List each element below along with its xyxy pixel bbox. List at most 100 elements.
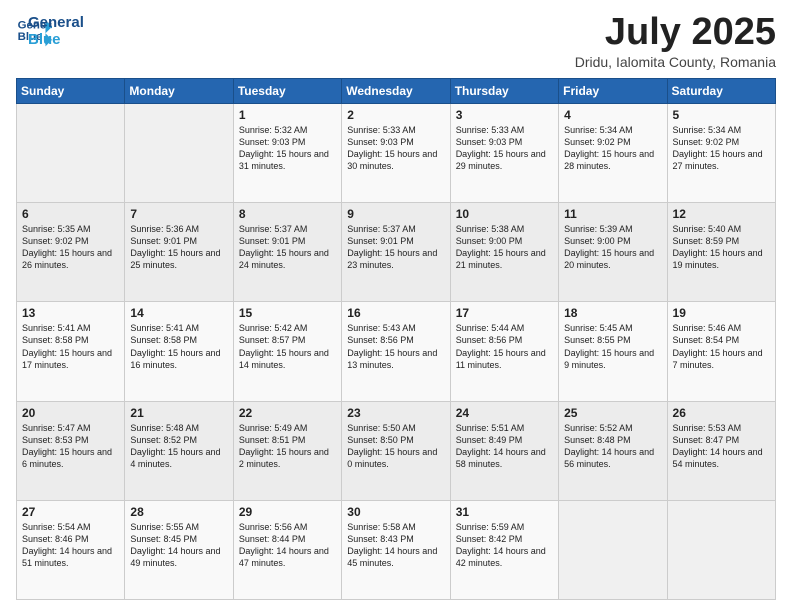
cell-info: Sunrise: 5:59 AM Sunset: 8:42 PM Dayligh… [456,521,553,570]
cell-info: Sunrise: 5:46 AM Sunset: 8:54 PM Dayligh… [673,322,770,371]
cell-info: Sunrise: 5:34 AM Sunset: 9:02 PM Dayligh… [673,124,770,173]
cell-info: Sunrise: 5:56 AM Sunset: 8:44 PM Dayligh… [239,521,336,570]
week-row-2: 6 Sunrise: 5:35 AM Sunset: 9:02 PM Daylig… [17,203,776,302]
cell-info: Sunrise: 5:37 AM Sunset: 9:01 PM Dayligh… [239,223,336,272]
day-number: 27 [22,505,119,519]
day-header-wednesday: Wednesday [342,78,450,103]
calendar-cell [17,103,125,202]
cell-info: Sunrise: 5:42 AM Sunset: 8:57 PM Dayligh… [239,322,336,371]
day-number: 25 [564,406,661,420]
calendar-cell: 31 Sunrise: 5:59 AM Sunset: 8:42 PM Dayli… [450,500,558,599]
calendar-cell: 20 Sunrise: 5:47 AM Sunset: 8:53 PM Dayli… [17,401,125,500]
calendar-cell: 3 Sunrise: 5:33 AM Sunset: 9:03 PM Daylig… [450,103,558,202]
day-number: 19 [673,306,770,320]
calendar-cell: 17 Sunrise: 5:44 AM Sunset: 8:56 PM Dayli… [450,302,558,401]
logo-line2: Blue [28,31,84,48]
calendar-cell: 9 Sunrise: 5:37 AM Sunset: 9:01 PM Daylig… [342,203,450,302]
cell-info: Sunrise: 5:55 AM Sunset: 8:45 PM Dayligh… [130,521,227,570]
day-number: 21 [130,406,227,420]
cell-info: Sunrise: 5:35 AM Sunset: 9:02 PM Dayligh… [22,223,119,272]
cell-info: Sunrise: 5:45 AM Sunset: 8:55 PM Dayligh… [564,322,661,371]
week-row-5: 27 Sunrise: 5:54 AM Sunset: 8:46 PM Dayli… [17,500,776,599]
calendar-cell: 2 Sunrise: 5:33 AM Sunset: 9:03 PM Daylig… [342,103,450,202]
cell-info: Sunrise: 5:58 AM Sunset: 8:43 PM Dayligh… [347,521,444,570]
cell-info: Sunrise: 5:49 AM Sunset: 8:51 PM Dayligh… [239,422,336,471]
week-row-3: 13Sunrise: 5:41 AM Sunset: 8:58 PM Dayli… [17,302,776,401]
day-number: 6 [22,207,119,221]
calendar-cell: 18 Sunrise: 5:45 AM Sunset: 8:55 PM Dayli… [559,302,667,401]
cell-info: Sunrise: 5:37 AM Sunset: 9:01 PM Dayligh… [347,223,444,272]
day-header-monday: Monday [125,78,233,103]
cell-info: Sunrise: 5:48 AM Sunset: 8:52 PM Dayligh… [130,422,227,471]
subtitle: Dridu, Ialomita County, Romania [575,54,776,70]
cell-info: Sunrise: 5:54 AM Sunset: 8:46 PM Dayligh… [22,521,119,570]
cell-info: Sunrise: 5:41 AM Sunset: 8:58 PM Dayligh… [22,322,119,371]
cell-info: Sunrise: 5:50 AM Sunset: 8:50 PM Dayligh… [347,422,444,471]
cell-info: Sunrise: 5:38 AM Sunset: 9:00 PM Dayligh… [456,223,553,272]
calendar-cell: 14 Sunrise: 5:41 AM Sunset: 8:58 PM Dayli… [125,302,233,401]
day-number: 31 [456,505,553,519]
week-row-4: 20 Sunrise: 5:47 AM Sunset: 8:53 PM Dayli… [17,401,776,500]
page: General Blue General Blue July 2025 Drid… [0,0,792,612]
day-number: 17 [456,306,553,320]
day-header-sunday: Sunday [17,78,125,103]
calendar-cell: 21 Sunrise: 5:48 AM Sunset: 8:52 PM Dayli… [125,401,233,500]
calendar-cell: 22Sunrise: 5:49 AM Sunset: 8:51 PM Dayli… [233,401,341,500]
calendar-cell: 10 Sunrise: 5:38 AM Sunset: 9:00 PM Dayli… [450,203,558,302]
day-number: 23 [347,406,444,420]
day-number: 26 [673,406,770,420]
calendar-cell: 1 Sunrise: 5:32 AM Sunset: 9:03 PM Daylig… [233,103,341,202]
calendar-cell [667,500,775,599]
calendar-cell: 30Sunrise: 5:58 AM Sunset: 8:43 PM Dayli… [342,500,450,599]
title-block: July 2025 Dridu, Ialomita County, Romani… [575,12,776,70]
month-title: July 2025 [575,12,776,54]
cell-info: Sunrise: 5:33 AM Sunset: 9:03 PM Dayligh… [347,124,444,173]
day-number: 16 [347,306,444,320]
day-number: 24 [456,406,553,420]
calendar-cell: 28Sunrise: 5:55 AM Sunset: 8:45 PM Dayli… [125,500,233,599]
cell-info: Sunrise: 5:53 AM Sunset: 8:47 PM Dayligh… [673,422,770,471]
cell-info: Sunrise: 5:51 AM Sunset: 8:49 PM Dayligh… [456,422,553,471]
calendar-cell: 12 Sunrise: 5:40 AM Sunset: 8:59 PM Dayli… [667,203,775,302]
calendar-cell: 8Sunrise: 5:37 AM Sunset: 9:01 PM Daylig… [233,203,341,302]
calendar-cell: 26 Sunrise: 5:53 AM Sunset: 8:47 PM Dayli… [667,401,775,500]
cell-info: Sunrise: 5:36 AM Sunset: 9:01 PM Dayligh… [130,223,227,272]
day-number: 12 [673,207,770,221]
cell-info: Sunrise: 5:47 AM Sunset: 8:53 PM Dayligh… [22,422,119,471]
cell-info: Sunrise: 5:32 AM Sunset: 9:03 PM Dayligh… [239,124,336,173]
day-number: 18 [564,306,661,320]
calendar-cell: 19 Sunrise: 5:46 AM Sunset: 8:54 PM Dayli… [667,302,775,401]
day-header-tuesday: Tuesday [233,78,341,103]
calendar-cell: 23 Sunrise: 5:50 AM Sunset: 8:50 PM Dayli… [342,401,450,500]
day-header-saturday: Saturday [667,78,775,103]
calendar-cell: 25 Sunrise: 5:52 AM Sunset: 8:48 PM Dayli… [559,401,667,500]
calendar-cell: 4 Sunrise: 5:34 AM Sunset: 9:02 PM Daylig… [559,103,667,202]
logo: General Blue General Blue [16,12,84,49]
cell-info: Sunrise: 5:40 AM Sunset: 8:59 PM Dayligh… [673,223,770,272]
day-number: 14 [130,306,227,320]
day-number: 20 [22,406,119,420]
day-number: 1 [239,108,336,122]
logo-line1: General [28,14,84,31]
calendar-cell: 7Sunrise: 5:36 AM Sunset: 9:01 PM Daylig… [125,203,233,302]
calendar-cell: 29 Sunrise: 5:56 AM Sunset: 8:44 PM Dayli… [233,500,341,599]
day-number: 10 [456,207,553,221]
cell-info: Sunrise: 5:34 AM Sunset: 9:02 PM Dayligh… [564,124,661,173]
cell-info: Sunrise: 5:52 AM Sunset: 8:48 PM Dayligh… [564,422,661,471]
cell-info: Sunrise: 5:44 AM Sunset: 8:56 PM Dayligh… [456,322,553,371]
week-row-1: 1 Sunrise: 5:32 AM Sunset: 9:03 PM Daylig… [17,103,776,202]
day-number: 9 [347,207,444,221]
calendar-cell [125,103,233,202]
day-number: 2 [347,108,444,122]
day-header-thursday: Thursday [450,78,558,103]
calendar-cell [559,500,667,599]
calendar-cell: 27 Sunrise: 5:54 AM Sunset: 8:46 PM Dayli… [17,500,125,599]
day-header-friday: Friday [559,78,667,103]
cell-info: Sunrise: 5:41 AM Sunset: 8:58 PM Dayligh… [130,322,227,371]
calendar-cell: 5Sunrise: 5:34 AM Sunset: 9:02 PM Daylig… [667,103,775,202]
cell-info: Sunrise: 5:39 AM Sunset: 9:00 PM Dayligh… [564,223,661,272]
day-number: 3 [456,108,553,122]
day-number: 4 [564,108,661,122]
day-number: 29 [239,505,336,519]
cell-info: Sunrise: 5:33 AM Sunset: 9:03 PM Dayligh… [456,124,553,173]
